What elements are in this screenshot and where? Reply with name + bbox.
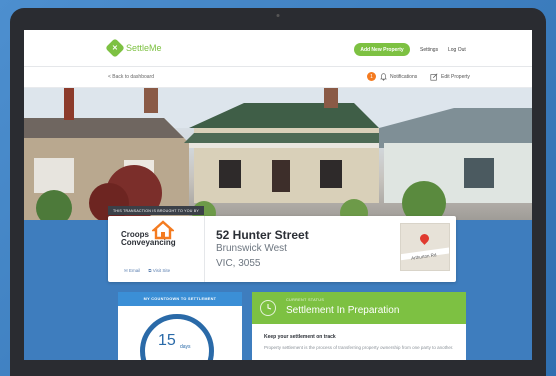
countdown-title: MY COUNTDOWN TO SETTLEMENT <box>118 292 242 306</box>
edit-icon[interactable] <box>430 73 438 81</box>
status-description: Property settlement is the process of tr… <box>264 345 454 350</box>
status-small-label: CURRENT STATUS <box>286 298 325 302</box>
email-link[interactable]: ✉ Email <box>124 268 140 274</box>
property-street: 52 Hunter Street <box>216 228 309 242</box>
house-logo-icon <box>152 220 174 240</box>
app-screen: ✕ SettleMe Add New Property Settings Log… <box>24 30 532 360</box>
countdown-days: 15 <box>158 332 176 349</box>
add-new-property-button[interactable]: Add New Property <box>354 43 410 56</box>
map-pin-icon <box>418 232 431 245</box>
email-label: Email <box>129 268 141 273</box>
camera <box>276 14 280 17</box>
property-toolbar: < Back to dashboard 1 Notifications Edit… <box>24 67 532 88</box>
notification-count-badge: 1 <box>367 72 376 81</box>
property-state-postcode: VIC, 3055 <box>216 258 261 269</box>
keep-on-track-heading: Keep your settlement on track <box>264 334 336 340</box>
laptop-frame: ✕ SettleMe Add New Property Settings Log… <box>10 8 546 376</box>
logo-icon: ✕ <box>105 38 125 58</box>
visit-site-link[interactable]: ⧉ Visit Site <box>148 268 170 274</box>
back-to-dashboard-link[interactable]: < Back to dashboard <box>108 74 154 80</box>
countdown-card: MY COUNTDOWN TO SETTLEMENT 15 days <box>118 292 242 360</box>
notifications-link[interactable]: Notifications <box>390 74 417 80</box>
visit-site-label: Visit Site <box>152 268 171 273</box>
countdown-ring <box>140 314 214 360</box>
status-title: Settlement In Preparation <box>286 305 400 316</box>
property-info-card: Croops Conveyancing ✉ Email ⧉ Visit Site… <box>108 216 456 282</box>
top-navbar: ✕ SettleMe Add New Property Settings Log… <box>24 30 532 67</box>
clock-icon <box>260 300 276 316</box>
status-header: CURRENT STATUS Settlement In Preparation <box>252 292 466 324</box>
bell-icon[interactable] <box>380 73 387 81</box>
broker-panel: Croops Conveyancing ✉ Email ⧉ Visit Site <box>108 216 205 282</box>
broker-links: ✉ Email ⧉ Visit Site <box>124 268 170 274</box>
settings-link[interactable]: Settings <box>420 47 438 53</box>
app-logo[interactable]: ✕ SettleMe <box>105 38 162 58</box>
logo-text: SettleMe <box>126 43 162 53</box>
status-card: CURRENT STATUS Settlement In Preparation… <box>252 292 466 360</box>
property-suburb: Brunswick West <box>216 243 287 254</box>
countdown-days-label: days <box>180 344 191 350</box>
broker-name-line2: Conveyancing <box>121 238 176 247</box>
edit-property-link[interactable]: Edit Property <box>441 74 470 80</box>
property-map[interactable]: Arthurton Rd <box>400 223 450 271</box>
logout-link[interactable]: Log Out <box>448 47 466 53</box>
broker-tag: THIS TRANSACTION IS BROUGHT TO YOU BY <box>108 206 204 215</box>
